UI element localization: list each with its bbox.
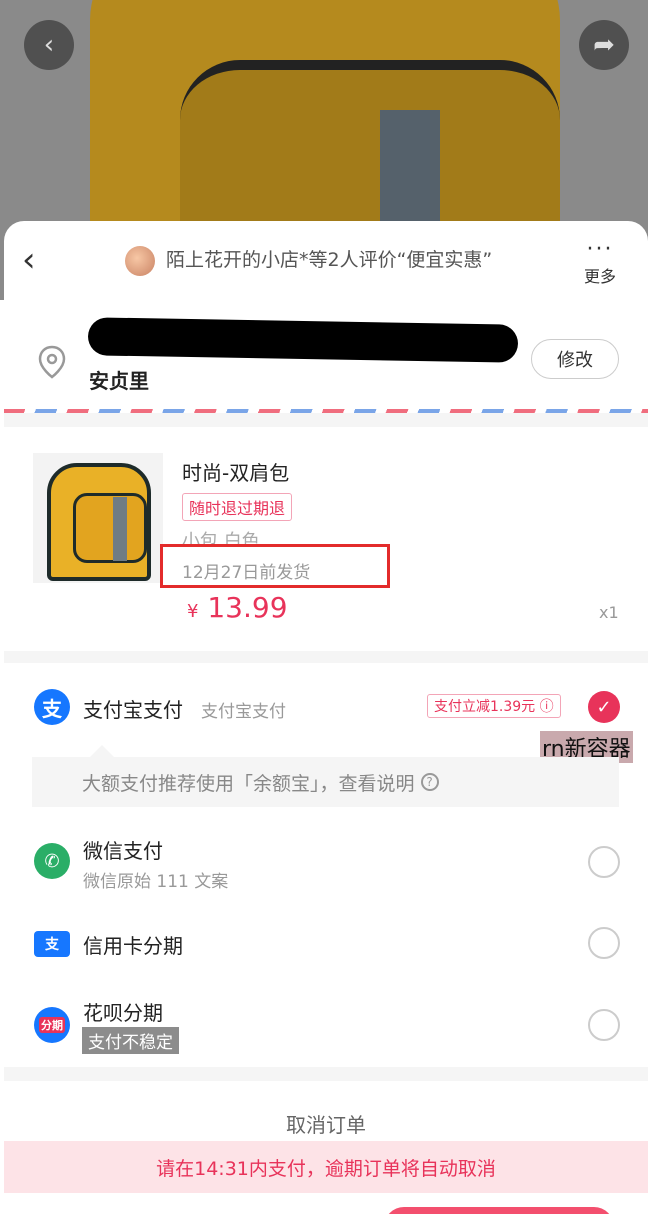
back-button[interactable]: ‹ [24,20,74,70]
payment-name: 信用卡分期 [83,934,183,958]
section-divider [4,1067,648,1081]
address-detail: 安贞里 [89,369,149,393]
avatar [125,246,155,276]
yuebao-tip[interactable]: 大额支付推荐使用「余额宝」，查看说明 ? [32,757,619,807]
payment-sub-badge: 支付不稳定 [82,1027,179,1054]
credit-card-icon: 支 [34,931,70,957]
radio-unselected[interactable] [588,1009,620,1041]
sheet-header: ‹ 陌上花开的小店*等2人评价“便宜实惠” ··· 更多 [4,221,648,301]
currency-symbol: ¥ [187,601,199,622]
product-quantity: x1 [599,603,619,622]
share-icon: ➦ [593,30,615,60]
chevron-left-icon: ‹ [43,30,55,60]
product-price: ¥ 13.99 [187,591,288,624]
check-icon: ✓ [596,696,612,718]
section-divider [4,413,648,427]
review-ticker: 陌上花开的小店*等2人评价“便宜实惠” [166,249,493,271]
payment-name: 支付宝支付 [83,698,183,722]
cancel-order-button[interactable]: 取消订单 [4,1109,648,1138]
more-label: 更多 [584,267,617,286]
chevron-left-icon: ‹ [22,240,36,280]
payment-name: 微信支付 [83,839,163,863]
product-title: 时尚-双肩包 [182,461,290,485]
promo-badge[interactable]: 支付立减1.39元 ⓘ [427,694,561,718]
wechat-icon: ✆ [34,843,70,879]
highlight-box [160,544,390,588]
alipay-icon: 支 [34,689,70,725]
huabei-icon: 分期 [34,1007,70,1043]
payment-option-wechat[interactable]: ✆ 微信支付 微信原始 111 文案 [4,833,648,892]
radio-unselected[interactable] [588,927,620,959]
payment-sub: 支付宝支付 [201,702,286,722]
payment-timer-banner: 请在14:31内支付，逾期订单将自动取消 [4,1141,648,1193]
pay-button[interactable] [384,1207,614,1214]
more-dots-icon: ··· [586,237,614,262]
question-icon: ? [420,773,439,791]
payment-sub: 微信原始 111 文案 [83,872,229,892]
edit-address-button[interactable]: 修改 [531,339,619,379]
price-value: 13.99 [207,591,288,624]
section-divider [4,651,648,663]
product-card: 时尚-双肩包 随时退过期退 小包 白色 12月27日前发货 ¥ 13.99 x1 [4,427,648,651]
payment-name: 花呗分期 [83,1001,163,1025]
radio-selected[interactable]: ✓ [588,691,620,723]
location-pin-icon [38,345,66,379]
radio-unselected[interactable] [588,846,620,878]
tip-text: 大额支付推荐使用「余额宝」，查看说明 [82,772,415,795]
return-policy-tag: 随时退过期退 [182,493,293,521]
redaction-scribble [87,317,519,363]
product-thumbnail [33,453,163,583]
order-sheet: ‹ 陌上花开的小店*等2人评价“便宜实惠” ··· 更多 安贞里 修改 时尚-双… [4,221,648,1214]
close-sheet-button[interactable]: ‹ [22,243,36,277]
more-button[interactable]: ··· 更多 [584,237,617,287]
payment-option-credit-card[interactable]: 支 信用卡分期 [4,923,648,963]
share-button[interactable]: ➦ [579,20,629,70]
